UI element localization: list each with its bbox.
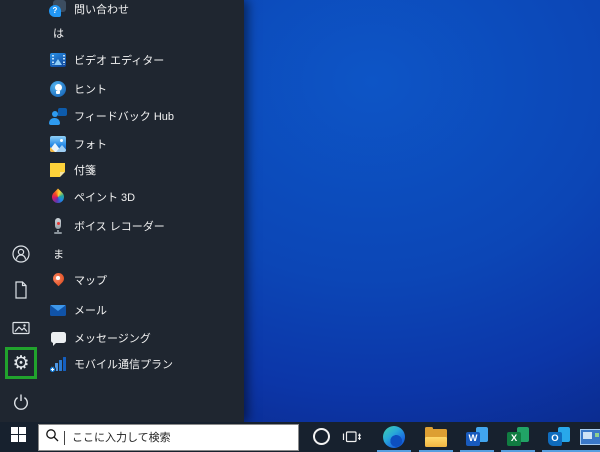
start-menu-item-mail[interactable]: メール [0, 300, 244, 320]
voice-recorder-icon [49, 217, 67, 235]
start-menu-item-sticky-notes[interactable]: 付箋 [0, 160, 244, 180]
section-header-ha[interactable]: は [0, 23, 244, 43]
start-menu-item-feedback-hub[interactable]: フィードバック Hub [0, 106, 244, 126]
paint-3d-icon [49, 188, 67, 206]
user-icon [11, 244, 31, 264]
app-label: メッセージング [74, 333, 151, 345]
app-label: マップ [74, 275, 107, 287]
text-caret [64, 430, 65, 445]
rail-pictures-button[interactable] [11, 318, 31, 338]
app-label: ボイス レコーダー [74, 221, 165, 233]
desktop: ? 問い合わせ は ビデオ エディター ヒント フィードバック Hub フォト … [0, 0, 600, 452]
maps-icon [49, 270, 67, 289]
rail-user-button[interactable] [11, 244, 31, 264]
start-menu-item-paint-3d[interactable]: ペイント 3D [0, 187, 244, 207]
windows-logo-icon [11, 427, 26, 447]
task-view-icon [342, 431, 361, 449]
rail-settings-button[interactable]: ⚙ [5, 347, 37, 379]
cortana-button[interactable] [313, 428, 330, 445]
messaging-icon [49, 329, 67, 347]
taskbar: W X O [0, 422, 600, 452]
edge-taskbar-button[interactable] [383, 426, 406, 448]
app-label: メール [74, 305, 107, 317]
app-label: ペイント 3D [74, 192, 136, 204]
gear-icon: ⚙ [12, 351, 30, 374]
power-icon [11, 392, 31, 412]
app-window-taskbar-button[interactable] [580, 429, 600, 445]
document-icon [11, 280, 31, 300]
taskbar-search-box[interactable] [38, 424, 299, 451]
photos-icon [49, 135, 67, 153]
task-view-button[interactable] [342, 429, 361, 450]
search-icon [45, 428, 59, 447]
excel-taskbar-button[interactable]: X [507, 427, 530, 446]
start-menu-item-get-help[interactable]: ? 問い合わせ [0, 0, 244, 19]
pictures-icon [11, 318, 31, 338]
start-button[interactable] [0, 422, 37, 452]
tips-icon [49, 80, 67, 98]
start-menu-item-messaging[interactable]: メッセージング [0, 328, 244, 348]
mail-icon [49, 301, 67, 319]
video-editor-icon [49, 51, 67, 69]
app-label: フォト [74, 139, 107, 151]
feedback-hub-icon [49, 107, 67, 125]
app-label: モバイル通信プラン [74, 359, 173, 371]
app-label: 問い合わせ [74, 4, 129, 16]
start-menu-item-video-editor[interactable]: ビデオ エディター [0, 50, 244, 70]
search-input[interactable] [70, 430, 292, 445]
rail-documents-button[interactable] [11, 280, 31, 300]
start-menu-item-photos[interactable]: フォト [0, 134, 244, 154]
rail-power-button[interactable] [11, 392, 31, 412]
app-label: フィードバック Hub [74, 111, 175, 123]
sticky-notes-icon [49, 161, 67, 179]
start-menu-item-voice-recorder[interactable]: ボイス レコーダー [0, 216, 244, 236]
start-menu-item-tips[interactable]: ヒント [0, 79, 244, 99]
start-menu-item-maps[interactable]: マップ [0, 270, 244, 290]
outlook-taskbar-button[interactable]: O [548, 427, 571, 446]
get-help-icon: ? [49, 0, 67, 18]
start-menu-panel: ? 問い合わせ は ビデオ エディター ヒント フィードバック Hub フォト … [0, 0, 244, 422]
mobile-plans-icon [49, 355, 67, 373]
section-header-ma[interactable]: ま [0, 244, 244, 264]
app-label: ビデオ エディター [74, 55, 165, 67]
app-label: 付箋 [74, 165, 96, 177]
edge-icon [383, 426, 405, 448]
app-label: ヒント [74, 84, 107, 96]
file-explorer-taskbar-button[interactable] [425, 426, 447, 448]
word-taskbar-button[interactable]: W [466, 427, 489, 446]
